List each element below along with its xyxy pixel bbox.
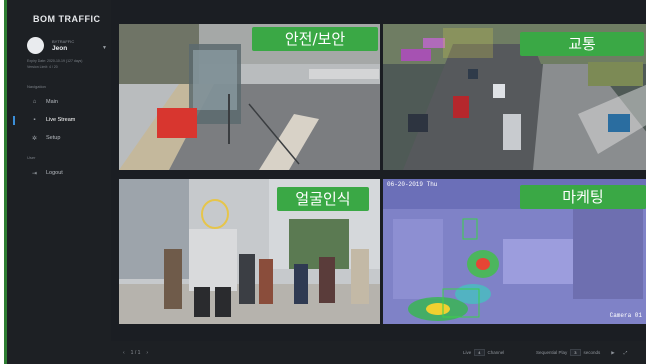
- sidebar-item-label: Setup: [46, 135, 61, 141]
- sequential-seconds-select[interactable]: 3: [570, 349, 581, 356]
- logout-icon: ⇥: [31, 170, 38, 177]
- sidebar-item-live-stream[interactable]: ▪ Live Stream: [31, 114, 75, 126]
- video-tile-marketing[interactable]: 06-20-2019 Thu Camera 01 마케팅: [383, 179, 646, 324]
- seconds-label: seconds: [583, 350, 601, 355]
- timestamp-overlay: 06-20-2019 Thu: [387, 181, 438, 188]
- sidebar-item-setup[interactable]: ✲ Setup: [31, 132, 60, 144]
- prev-page-button[interactable]: ‹: [123, 350, 125, 356]
- chevron-down-icon[interactable]: ▼: [102, 45, 107, 51]
- brand-logo: BOM TRAFFIC: [33, 14, 101, 24]
- app-window: BOM TRAFFIC BYTRAFFIC Jeon ▼ Expiry Date…: [4, 0, 646, 364]
- gear-icon: ✲: [31, 135, 38, 142]
- version-text: Version Limit: 4 / 20: [27, 65, 58, 69]
- sidebar-item-label: Logout: [46, 170, 63, 176]
- pagination: ‹ 1 / 1 ›: [123, 350, 148, 356]
- license-info: Expiry Date: 2020-10-19 (127 days) Versi…: [27, 58, 82, 70]
- video-tile-security[interactable]: 안전/보안: [119, 24, 380, 170]
- user-section-label: User: [27, 155, 36, 160]
- sequential-label: Sequential Play: [536, 350, 568, 355]
- tile-label-traffic: 교통: [520, 32, 644, 56]
- sidebar-item-label: Live Stream: [46, 117, 76, 123]
- video-tile-face[interactable]: 얼굴인식: [119, 179, 380, 324]
- sidebar-item-main[interactable]: ⌂ Main: [31, 96, 58, 108]
- fullscreen-icon[interactable]: ⤢: [624, 350, 628, 355]
- page-indicator: 1 / 1: [130, 350, 141, 356]
- tile-label-face: 얼굴인식: [277, 187, 369, 211]
- camera-label: Camera 01: [609, 312, 642, 319]
- avatar[interactable]: [27, 37, 44, 54]
- nav-section-label: Navigation: [27, 84, 46, 89]
- active-indicator: [13, 116, 15, 125]
- play-icon[interactable]: ▶: [611, 350, 614, 356]
- live-label: Live: [463, 350, 472, 355]
- home-icon: ⌂: [32, 99, 37, 105]
- next-page-button[interactable]: ›: [146, 350, 148, 356]
- video-tile-traffic[interactable]: 교통: [383, 24, 646, 170]
- user-role: BYTRAFFIC: [52, 39, 75, 44]
- channel-count-select[interactable]: 4: [474, 349, 485, 356]
- tile-label-marketing: 마케팅: [520, 185, 646, 209]
- channel-label: Channel: [487, 350, 505, 355]
- sidebar-item-logout[interactable]: ⇥ Logout: [31, 167, 63, 179]
- sidebar: BOM TRAFFIC BYTRAFFIC Jeon ▼ Expiry Date…: [7, 0, 111, 364]
- user-name[interactable]: Jeon: [52, 45, 67, 52]
- sidebar-item-label: Main: [46, 99, 58, 105]
- tile-label-security: 안전/보안: [252, 27, 378, 51]
- channel-control: Live 4 Channel: [463, 349, 504, 356]
- sequential-control: Sequential Play 3 seconds ▶ ⤢: [536, 349, 627, 356]
- video-icon: ▪: [33, 117, 36, 123]
- playback-bar: ‹ 1 / 1 › Live 4 Channel Sequential Play…: [111, 341, 646, 364]
